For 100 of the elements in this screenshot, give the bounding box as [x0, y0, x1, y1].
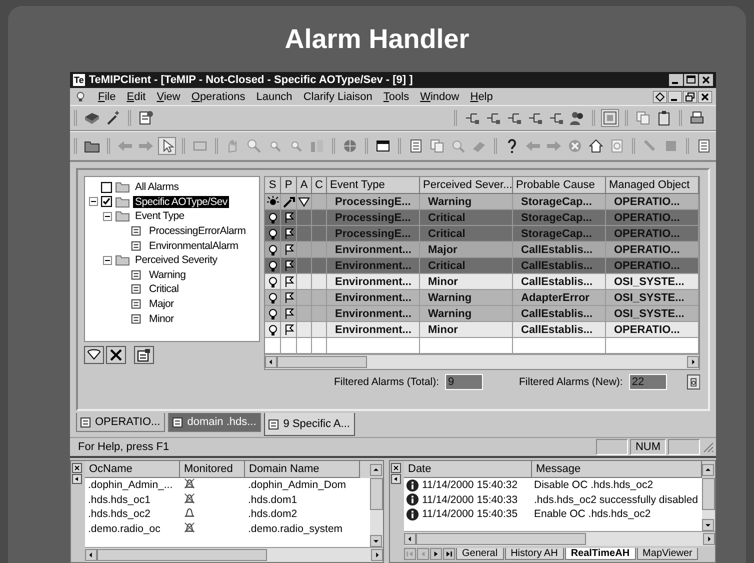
wand-icon[interactable]	[105, 110, 121, 126]
window-icon[interactable]	[375, 138, 391, 154]
menu-item[interactable]: Window	[420, 90, 460, 102]
scroll-down-icon[interactable]	[702, 519, 714, 531]
scroll-up-icon[interactable]	[702, 464, 714, 476]
next-page-icon[interactable]	[430, 548, 442, 560]
resize-grip-icon[interactable]	[702, 441, 714, 453]
copy-icon[interactable]	[635, 110, 651, 126]
alarm-row[interactable]: ProcessingE... Warning StorageCap... OPERATIO...	[265, 194, 699, 210]
scroll-thumb[interactable]	[416, 533, 586, 545]
menu-item[interactable]: Tools	[383, 90, 410, 102]
column-header[interactable]: Date	[404, 461, 532, 478]
clipboard-icon[interactable]	[656, 110, 672, 126]
horizontal-scrollbar[interactable]	[265, 354, 699, 369]
minimize-icon[interactable]	[668, 90, 682, 102]
document-icon[interactable]	[408, 138, 424, 154]
scroll-left-icon[interactable]	[404, 533, 416, 545]
alarm-row[interactable]: Environment... Minor CallEstablis... OPERATIO...	[265, 322, 699, 338]
expander-icon[interactable]	[103, 256, 112, 265]
document-tab[interactable]: OPERATIO...	[76, 413, 166, 432]
alarm-row[interactable]: ProcessingE... Critical StorageCap... OPERATIO...	[265, 226, 699, 242]
scroll-thumb[interactable]	[370, 478, 383, 510]
close-icon[interactable]	[699, 74, 713, 86]
users-icon[interactable]	[569, 110, 585, 126]
tree-item[interactable]: Event Type	[133, 210, 186, 222]
menu-item[interactable]: View	[156, 90, 180, 102]
minimize-icon[interactable]	[669, 74, 683, 86]
scroll-thumb[interactable]	[97, 549, 267, 561]
menu-item[interactable]: File	[98, 90, 116, 102]
close-icon[interactable]	[391, 463, 401, 473]
tree-item[interactable]: All Alarms	[133, 181, 181, 194]
menu-item[interactable]: Edit	[126, 90, 146, 102]
properties-icon[interactable]	[134, 346, 154, 364]
expander-icon[interactable]	[89, 197, 98, 206]
column-header[interactable]: Domain Name	[245, 461, 360, 478]
home-icon[interactable]	[588, 138, 604, 154]
tree-item[interactable]: ProcessingErrorAlarm	[147, 225, 248, 238]
scroll-thumb[interactable]	[702, 478, 715, 510]
globe-icon[interactable]	[342, 138, 358, 154]
copy-icon[interactable]	[429, 138, 445, 154]
menu-item[interactable]: Launch	[256, 90, 292, 102]
restore-icon[interactable]	[683, 90, 697, 102]
tree-item[interactable]: EnvironmentalAlarm	[147, 240, 240, 252]
sheet-tab[interactable]: History AH	[504, 548, 564, 560]
pointer-icon[interactable]	[159, 138, 175, 154]
scroll-right-icon[interactable]	[703, 533, 715, 545]
menu-item[interactable]: Help	[470, 90, 493, 102]
scroll-up-icon[interactable]	[370, 464, 382, 476]
sheet-tab[interactable]: MapViewer	[636, 548, 698, 560]
form-icon[interactable]	[138, 110, 154, 126]
scroll-right-icon[interactable]	[371, 549, 383, 561]
alarm-row[interactable]: Environment... Critical CallEstablis... OPERATIO...	[265, 258, 699, 274]
close-icon[interactable]	[698, 90, 712, 102]
sheet-tab[interactable]: RealTimeAH	[564, 548, 636, 560]
expander-icon[interactable]	[103, 212, 112, 221]
alarm-row[interactable]: Environment... Warning CallEstablis... OSI_SYSTE...	[265, 306, 699, 322]
close-icon[interactable]	[72, 463, 82, 473]
maximize-icon[interactable]	[684, 74, 698, 86]
tree-item[interactable]: Perceived Severity	[133, 254, 220, 266]
alarm-row[interactable]: Environment... Minor CallEstablis... OSI_SYSTE...	[265, 274, 699, 290]
scroll-left-icon[interactable]	[85, 549, 97, 561]
column-header[interactable]: Message	[532, 461, 702, 478]
table-cell-text: .dophin_Admin_...	[87, 479, 174, 492]
refresh-icon[interactable]	[686, 374, 700, 390]
filter-icon[interactable]	[84, 346, 104, 364]
scroll-down-icon[interactable]	[370, 535, 382, 547]
table-cell: Environment...	[327, 306, 420, 322]
checkbox[interactable]	[101, 182, 112, 193]
book-icon[interactable]	[84, 110, 100, 126]
filtered-total-label: Filtered Alarms (Total):	[334, 376, 440, 388]
table-cell: Critical	[420, 226, 513, 242]
document-icon[interactable]	[696, 138, 712, 154]
collapse-icon[interactable]	[391, 474, 401, 484]
collapse-icon[interactable]	[72, 474, 82, 484]
alarm-row[interactable]: Environment... Warning AdapterError OSI_SYSTE...	[265, 290, 699, 306]
sheet-tab[interactable]: General	[456, 548, 504, 560]
tree-item[interactable]: Warning	[147, 268, 188, 281]
table-cell: AdapterError	[513, 290, 606, 306]
tree-item[interactable]: Minor	[147, 312, 176, 325]
last-page-icon[interactable]	[443, 548, 455, 560]
scroll-right-icon[interactable]	[687, 356, 699, 368]
menu-item[interactable]: Clarify Liaison	[303, 90, 372, 102]
alarm-row[interactable]: Environment... Major CallEstablis... OPERATIO...	[265, 242, 699, 258]
table-cell-text: .hds.dom1	[247, 494, 298, 506]
scroll-thumb[interactable]	[277, 356, 367, 368]
document-tab[interactable]: 9 Specific A...	[264, 413, 355, 436]
column-header[interactable]: Monitored	[180, 461, 245, 478]
scroll-left-icon[interactable]	[265, 356, 277, 368]
screen-icon[interactable]	[602, 110, 618, 126]
menu-item[interactable]: Operations	[191, 90, 246, 102]
tree-item[interactable]: Specific AOType/Sev	[133, 196, 230, 208]
checkbox[interactable]	[101, 196, 112, 208]
tree-item[interactable]: Major	[147, 298, 176, 310]
delete-icon[interactable]	[106, 346, 126, 364]
alarm-row[interactable]: ProcessingE... Critical StorageCap... OPERATIO...	[265, 210, 699, 226]
column-header[interactable]: OcName	[85, 461, 180, 478]
app-logo: Te	[73, 74, 85, 86]
diamond-icon[interactable]	[653, 90, 667, 102]
tree-item[interactable]: Critical	[147, 283, 181, 296]
printer-icon[interactable]	[689, 110, 705, 126]
